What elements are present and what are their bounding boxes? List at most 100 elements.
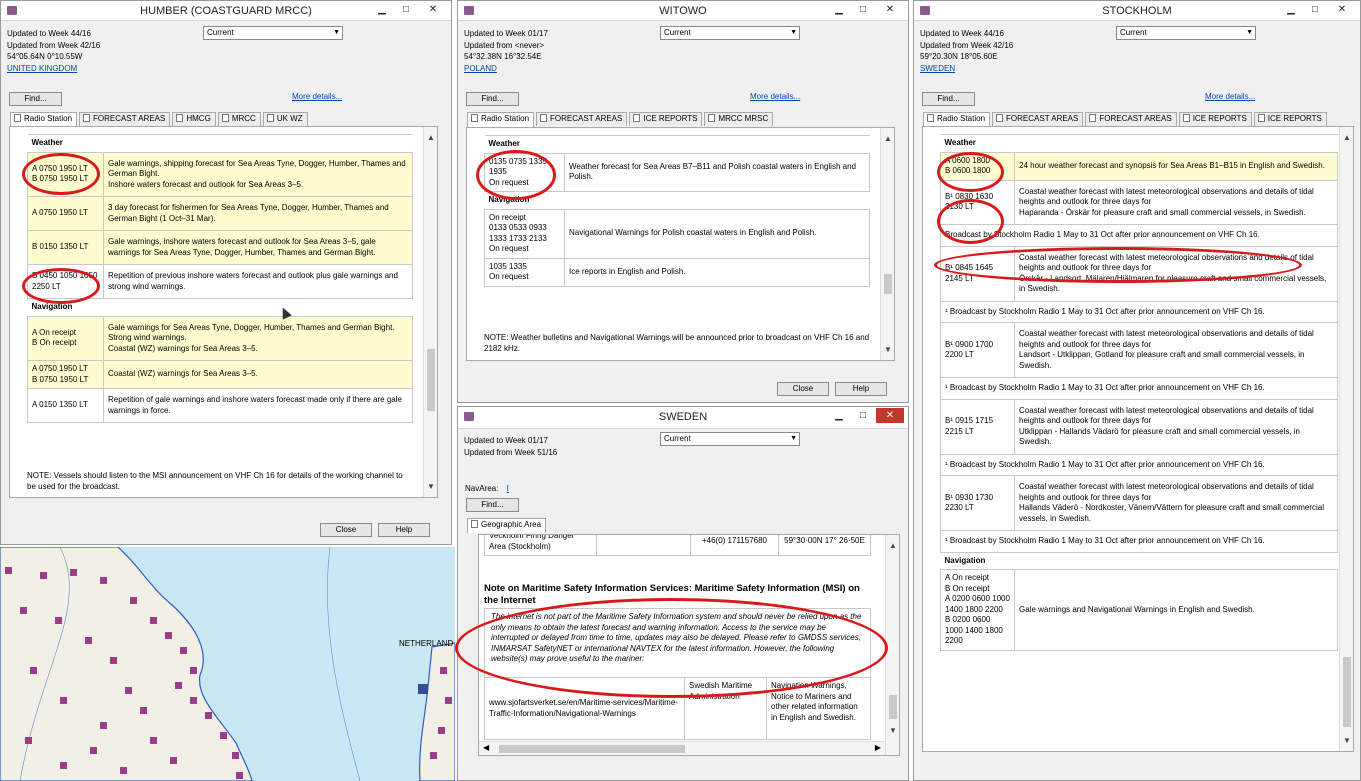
witowo-titlebar[interactable]: WITOWO ▁ □ ✕ <box>458 1 908 21</box>
tab-geographic-area[interactable]: Geographic Area <box>467 518 547 533</box>
tab-mrcc-mrsc[interactable]: MRCC MRSC <box>704 112 774 126</box>
minimize-icon[interactable]: ▁ <box>828 2 850 17</box>
tab-forecast-areas[interactable]: FORECAST AREAS <box>992 112 1084 126</box>
scroll-up-icon[interactable]: ▲ <box>884 134 892 143</box>
find-button[interactable]: Find... <box>922 92 975 106</box>
radio-station-icon[interactable] <box>205 712 212 719</box>
scroll-down-icon[interactable]: ▼ <box>427 482 435 491</box>
navarea-link[interactable]: I <box>507 484 509 493</box>
find-button[interactable]: Find... <box>9 92 62 106</box>
map-marker-icon[interactable] <box>418 684 428 694</box>
radio-station-icon[interactable] <box>40 572 47 579</box>
radio-station-icon[interactable] <box>438 727 445 734</box>
country-link[interactable]: UNITED KINGDOM <box>7 63 100 75</box>
scroll-thumb[interactable] <box>499 745 685 753</box>
tab-forecast-areas[interactable]: FORECAST AREAS <box>1085 112 1177 126</box>
help-button[interactable]: Help <box>835 382 887 396</box>
radio-station-icon[interactable] <box>5 567 12 574</box>
sweden-titlebar[interactable]: SWEDEN ▁ □ ✕ <box>458 407 908 429</box>
tab-forecast-areas[interactable]: FORECAST AREAS <box>536 112 628 126</box>
radio-station-icon[interactable] <box>165 632 172 639</box>
radio-station-icon[interactable] <box>140 707 147 714</box>
vertical-scrollbar[interactable]: ▲ ▼ <box>1339 127 1353 751</box>
radio-station-icon[interactable] <box>20 607 27 614</box>
minimize-icon[interactable]: ▁ <box>371 2 393 17</box>
scroll-thumb[interactable] <box>884 274 892 294</box>
scroll-up-icon[interactable]: ▲ <box>889 541 897 550</box>
scroll-down-icon[interactable]: ▼ <box>889 726 897 735</box>
tab-mrcc[interactable]: MRCC <box>217 112 261 126</box>
radio-station-icon[interactable] <box>100 722 107 729</box>
tab-radio-station[interactable]: Radio Station <box>10 112 78 127</box>
tab-radio-station[interactable]: Radio Station <box>467 112 535 127</box>
radio-station-icon[interactable] <box>130 597 137 604</box>
humber-titlebar[interactable]: HUMBER (COASTGUARD MRCC) ▁ □ ✕ <box>1 1 451 21</box>
tab-radio-station[interactable]: Radio Station <box>923 112 991 127</box>
scroll-right-icon[interactable]: ▶ <box>875 743 881 752</box>
radio-station-icon[interactable] <box>55 617 62 624</box>
radio-station-icon[interactable] <box>150 737 157 744</box>
close-icon[interactable]: ✕ <box>876 408 904 423</box>
radio-station-icon[interactable] <box>90 747 97 754</box>
more-details-link[interactable]: More details... <box>1205 92 1255 101</box>
close-icon[interactable]: ✕ <box>876 2 904 17</box>
tab-ice-reports[interactable]: ICE REPORTS <box>1253 112 1327 126</box>
scroll-down-icon[interactable]: ▼ <box>1343 736 1351 745</box>
radio-station-icon[interactable] <box>100 577 107 584</box>
radio-station-icon[interactable] <box>150 617 157 624</box>
scroll-up-icon[interactable]: ▲ <box>427 133 435 142</box>
radio-station-icon[interactable] <box>190 697 197 704</box>
radio-station-icon[interactable] <box>175 682 182 689</box>
vertical-scrollbar[interactable]: ▲ ▼ <box>880 128 894 360</box>
scroll-left-icon[interactable]: ◀ <box>483 743 489 752</box>
maximize-icon[interactable]: □ <box>1304 2 1326 17</box>
scroll-down-icon[interactable]: ▼ <box>884 345 892 354</box>
minimize-icon[interactable]: ▁ <box>1280 2 1302 17</box>
more-details-link[interactable]: More details... <box>750 92 800 101</box>
radio-station-icon[interactable] <box>70 569 77 576</box>
radio-station-icon[interactable] <box>60 762 67 769</box>
radio-station-icon[interactable] <box>180 647 187 654</box>
edition-select[interactable]: Current ▼ <box>1116 26 1256 40</box>
more-details-link[interactable]: More details... <box>292 92 342 101</box>
minimize-icon[interactable]: ▁ <box>828 408 850 423</box>
maximize-icon[interactable]: □ <box>852 408 874 423</box>
edition-select[interactable]: Current ▼ <box>660 432 800 446</box>
find-button[interactable]: Find... <box>466 92 519 106</box>
tab-hmcg[interactable]: HMCG <box>172 112 216 126</box>
radio-station-icon[interactable] <box>445 697 452 704</box>
scroll-thumb[interactable] <box>889 695 897 719</box>
radio-station-icon[interactable] <box>232 752 239 759</box>
radio-station-icon[interactable] <box>60 697 67 704</box>
tab-forecast-areas[interactable]: FORECAST AREAS <box>79 112 171 126</box>
close-icon[interactable]: ✕ <box>419 2 447 17</box>
edition-select[interactable]: Current ▼ <box>203 26 343 40</box>
radio-station-icon[interactable] <box>85 637 92 644</box>
country-link[interactable]: SWEDEN <box>920 63 1013 75</box>
radio-station-icon[interactable] <box>430 752 437 759</box>
maximize-icon[interactable]: □ <box>852 2 874 17</box>
radio-station-icon[interactable] <box>190 667 197 674</box>
close-button[interactable]: Close <box>777 382 829 396</box>
tab-ice-reports[interactable]: ICE REPORTS <box>1178 112 1252 126</box>
tab-ice-reports[interactable]: ICE REPORTS <box>629 112 703 126</box>
country-link[interactable]: POLAND <box>464 63 548 75</box>
radio-station-icon[interactable] <box>120 767 127 774</box>
vertical-scrollbar[interactable]: ▲ ▼ <box>423 127 437 497</box>
radio-station-icon[interactable] <box>236 772 243 779</box>
radio-station-icon[interactable] <box>25 737 32 744</box>
scroll-up-icon[interactable]: ▲ <box>1343 133 1351 142</box>
scroll-thumb[interactable] <box>1343 657 1351 727</box>
horizontal-scrollbar[interactable]: ◀ ▶ <box>479 741 885 755</box>
radio-station-icon[interactable] <box>220 732 227 739</box>
radio-station-icon[interactable] <box>125 687 132 694</box>
edition-select[interactable]: Current ▼ <box>660 26 800 40</box>
stockholm-titlebar[interactable]: STOCKHOLM ▁ □ ✕ <box>914 1 1360 21</box>
maximize-icon[interactable]: □ <box>395 2 417 17</box>
scroll-thumb[interactable] <box>427 349 435 411</box>
radio-station-icon[interactable] <box>440 667 447 674</box>
radio-station-icon[interactable] <box>110 657 117 664</box>
help-button[interactable]: Help <box>378 523 430 537</box>
tab-uk-wz[interactable]: UK WZ <box>262 112 308 126</box>
radio-station-icon[interactable] <box>170 757 177 764</box>
